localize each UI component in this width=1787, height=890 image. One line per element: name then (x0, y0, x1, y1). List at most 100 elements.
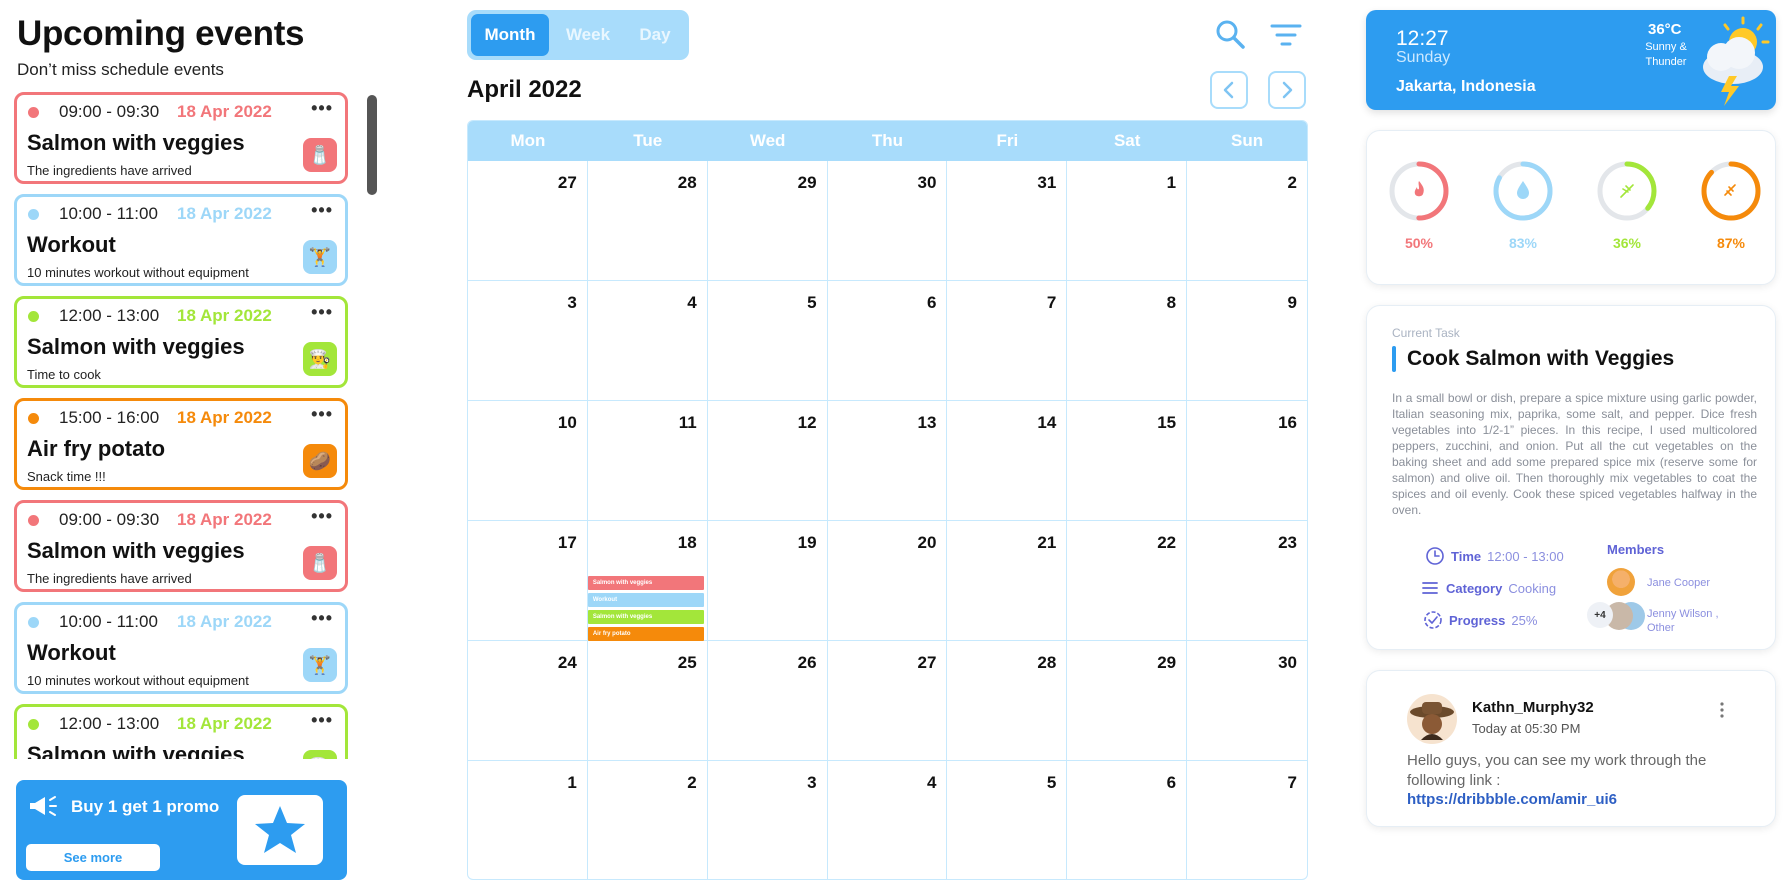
day-cell[interactable]: 27 (827, 641, 948, 761)
day-cell[interactable]: 14 (947, 401, 1068, 521)
chevron-right-icon (1282, 81, 1293, 99)
event-card[interactable]: 15:00 - 16:00 18 Apr 2022 ••• Air fry potat… (14, 398, 348, 490)
day-cell[interactable]: 11 (587, 401, 708, 521)
day-cell[interactable]: 2 (1187, 161, 1307, 281)
weather-temperature: 36°C (1648, 21, 1682, 38)
day-cell[interactable]: 2 (588, 761, 708, 879)
day-cell[interactable]: 13 (827, 401, 948, 521)
events-scrollbar[interactable] (367, 95, 377, 195)
task-category-label: Category (1446, 580, 1503, 596)
day-cell[interactable]: 10 (468, 401, 588, 521)
event-card[interactable]: 12:00 - 13:00 18 Apr 2022 ••• Salmon with v… (14, 296, 348, 388)
stat-value: 87% (1716, 235, 1746, 251)
calendar-event-chip[interactable]: Air fry potato (587, 627, 704, 641)
day-cell[interactable]: 1 (1067, 161, 1188, 281)
day-cell[interactable]: 16 (1187, 401, 1307, 521)
day-cell[interactable]: 7 (1187, 761, 1307, 879)
prev-month-button[interactable] (1210, 71, 1248, 109)
view-day-button[interactable]: Day (627, 14, 683, 56)
view-month-button[interactable]: Month (471, 14, 549, 56)
more-vertical-icon[interactable] (1719, 701, 1725, 719)
day-cell[interactable]: 22 (1067, 521, 1188, 641)
avatar[interactable] (1607, 568, 1635, 596)
day-number: 29 (797, 173, 817, 192)
day-cell[interactable]: 3 (708, 761, 828, 879)
day-cell[interactable]: 18 Salmon with veggies Workout Salmon with … (587, 521, 708, 641)
day-cell[interactable]: 12 (707, 401, 828, 521)
day-cell[interactable]: 30 (827, 161, 948, 281)
day-cell[interactable]: 8 (1067, 281, 1188, 401)
calendar-event-chip[interactable]: Salmon with veggies (587, 610, 704, 624)
day-cell[interactable]: 9 (1187, 281, 1307, 401)
day-cell[interactable]: 24 (468, 641, 588, 761)
more-horizontal-icon[interactable]: ••• (311, 404, 333, 425)
day-cell[interactable]: 20 (827, 521, 948, 641)
see-more-button[interactable]: See more (26, 844, 160, 871)
day-cell[interactable]: 25 (587, 641, 708, 761)
day-number: 8 (1166, 293, 1177, 312)
day-cell[interactable]: 26 (707, 641, 828, 761)
day-cell[interactable]: 23 (1187, 521, 1307, 641)
view-week-button[interactable]: Week (549, 14, 627, 56)
calendar-event-chip[interactable]: Workout (587, 593, 704, 607)
day-cell[interactable]: 5 (707, 281, 828, 401)
day-cell[interactable]: 28 (947, 641, 1068, 761)
search-icon[interactable] (1214, 18, 1246, 50)
event-date: 18 Apr 2022 (177, 306, 272, 325)
more-horizontal-icon[interactable]: ••• (311, 608, 333, 629)
event-color-dot (28, 719, 39, 730)
calendar-event-chip[interactable]: Salmon with veggies (587, 576, 704, 590)
weekday-label: Thu (871, 131, 904, 150)
more-horizontal-icon[interactable]: ••• (311, 302, 333, 323)
clock-icon (1426, 547, 1444, 565)
day-cell[interactable]: 30 (1187, 641, 1307, 761)
day-cell[interactable]: 28 (587, 161, 708, 281)
event-card[interactable]: 09:00 - 09:30 18 Apr 2022 ••• Salmon with v… (14, 500, 348, 592)
month-title: April 2022 (467, 76, 582, 103)
day-cell[interactable]: 4 (828, 761, 948, 879)
day-number: 2 (687, 773, 697, 792)
day-cell[interactable]: 27 (468, 161, 588, 281)
day-number: 23 (1278, 533, 1297, 552)
next-month-button[interactable] (1268, 71, 1306, 109)
day-cell[interactable]: 6 (1067, 761, 1188, 879)
day-number: 14 (1037, 413, 1057, 432)
comment-username[interactable]: Kathn_Murphy32 (1472, 699, 1594, 716)
event-card[interactable]: 10:00 - 11:00 18 Apr 2022 ••• Workout 10 min… (14, 194, 348, 286)
day-cell[interactable]: 15 (1067, 401, 1188, 521)
stat-ring: 87% (1699, 159, 1763, 251)
event-card[interactable]: 10:00 - 11:00 18 Apr 2022 ••• Workout 10 min… (14, 602, 348, 694)
day-cell[interactable]: 29 (1067, 641, 1188, 761)
filter-icon[interactable] (1270, 22, 1302, 48)
day-cell[interactable]: 31 (947, 161, 1068, 281)
day-number: 1 (1166, 173, 1177, 192)
day-cell[interactable]: 17 (468, 521, 588, 641)
water-drop-icon (1493, 161, 1553, 221)
events-list[interactable]: 09:00 - 09:30 18 Apr 2022 ••• Salmon with v… (14, 92, 350, 759)
event-description: Time to cook (27, 367, 101, 382)
day-cell[interactable]: 7 (947, 281, 1068, 401)
more-horizontal-icon[interactable]: ••• (311, 200, 333, 221)
day-cell[interactable]: 3 (468, 281, 588, 401)
day-number: 4 (687, 293, 697, 312)
event-card[interactable]: 09:00 - 09:30 18 Apr 2022 ••• Salmon with v… (14, 92, 348, 184)
day-cell[interactable]: 21 (947, 521, 1068, 641)
more-horizontal-icon[interactable]: ••• (311, 98, 333, 119)
day-cell[interactable]: 29 (707, 161, 828, 281)
day-cell[interactable]: 1 (468, 761, 588, 879)
event-title: Salmon with veggies (27, 742, 245, 759)
day-number: 27 (917, 653, 937, 672)
day-cell[interactable]: 6 (827, 281, 948, 401)
avatar[interactable] (1407, 694, 1457, 744)
more-members-badge[interactable]: +4 (1587, 602, 1613, 628)
event-color-dot (28, 515, 39, 526)
comment-link[interactable]: https://dribbble.com/amir_ui6 (1407, 791, 1617, 808)
event-card[interactable]: 12:00 - 13:00 18 Apr 2022 ••• Salmon with v… (14, 704, 348, 759)
day-cell[interactable]: 5 (947, 761, 1068, 879)
more-horizontal-icon[interactable]: ••• (311, 710, 333, 731)
event-color-dot (28, 209, 39, 220)
day-cell[interactable]: 19 (707, 521, 828, 641)
day-number: 6 (926, 293, 937, 312)
more-horizontal-icon[interactable]: ••• (311, 506, 333, 527)
day-cell[interactable]: 4 (587, 281, 708, 401)
